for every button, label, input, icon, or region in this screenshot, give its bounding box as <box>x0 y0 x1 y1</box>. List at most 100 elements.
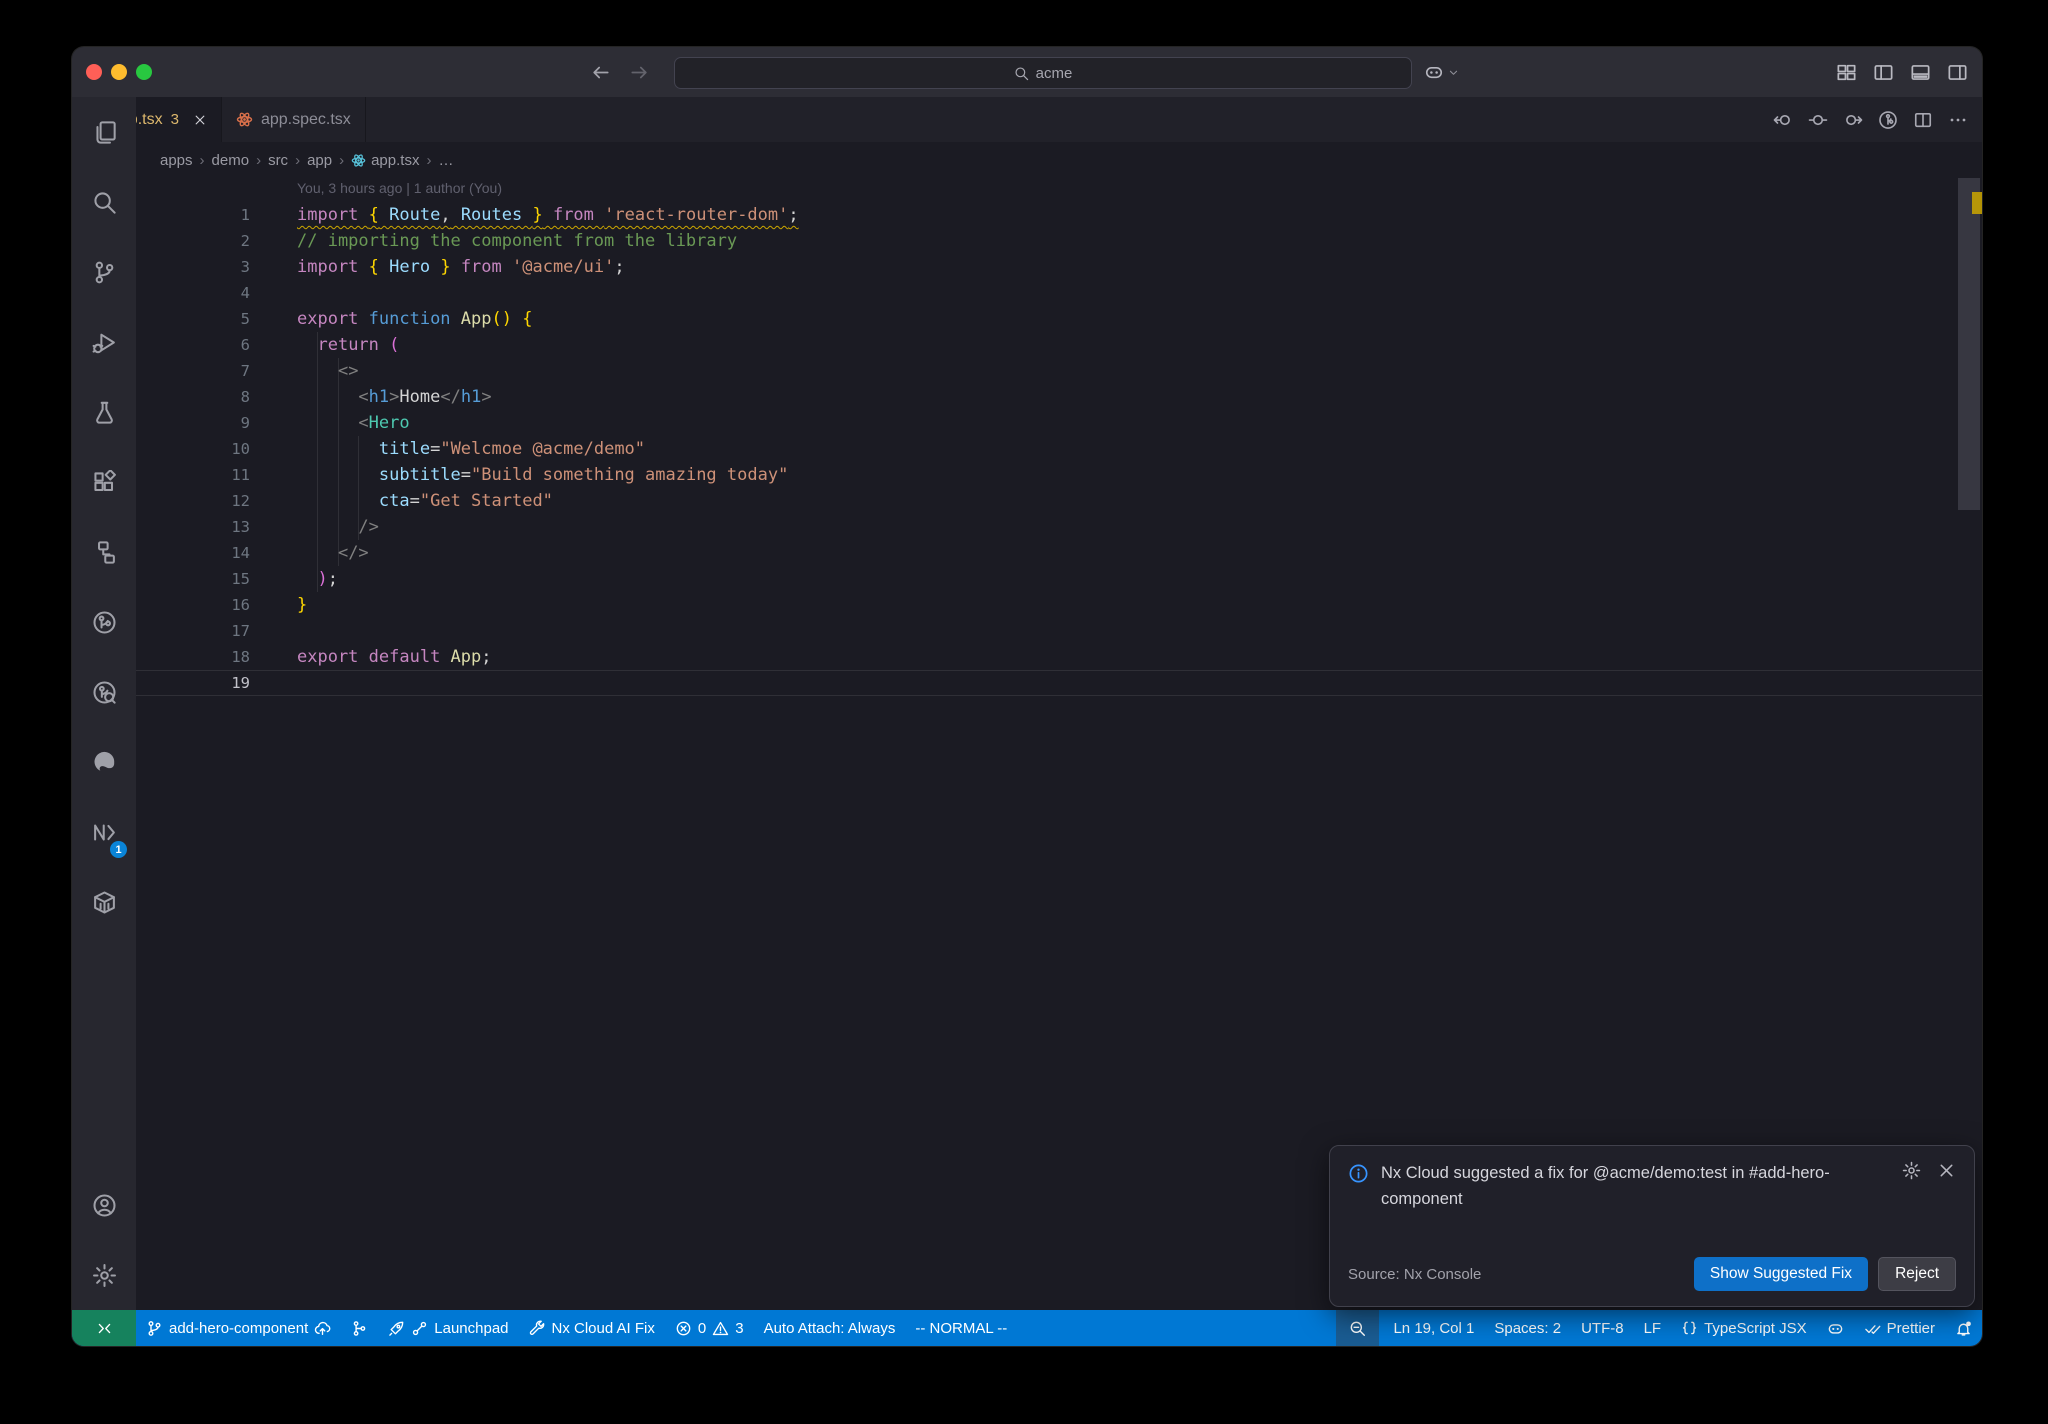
activity-item-containers[interactable] <box>72 867 136 937</box>
statusbar-git-branch[interactable]: add-hero-component <box>136 1310 341 1346</box>
statusbar-text: add-hero-component <box>169 1319 309 1337</box>
activity-item-nx-console[interactable]: 1 <box>72 797 136 867</box>
activity-item-settings[interactable] <box>72 1240 136 1310</box>
activity-item-source-control[interactable] <box>72 237 136 307</box>
statusbar-problems[interactable]: 03 <box>665 1310 754 1346</box>
code-line-12[interactable]: 12 cta="Get Started" <box>136 488 1982 514</box>
line-number: 15 <box>231 570 250 588</box>
statusbar-encoding[interactable]: UTF-8 <box>1571 1310 1634 1346</box>
tab-app-spec-tsx[interactable]: app.spec.tsx <box>222 97 366 142</box>
breadcrumb-item-[interactable]: … <box>438 152 453 169</box>
notification-close-icon[interactable] <box>1937 1161 1956 1180</box>
close-window-button[interactable] <box>86 64 102 80</box>
code-text: cta="Get Started" <box>378 491 553 511</box>
activity-item-run-and-debug[interactable] <box>72 307 136 377</box>
statusbar-text: TypeScript JSX <box>1704 1319 1807 1337</box>
zoom-out-icon <box>1349 1320 1366 1337</box>
show-suggested-fix-button[interactable]: Show Suggested Fix <box>1693 1257 1869 1291</box>
toggle-secondary-sidebar-icon[interactable] <box>1947 62 1968 83</box>
more-actions-icon[interactable] <box>1948 110 1968 130</box>
statusbar-text: Spaces: 2 <box>1494 1319 1562 1337</box>
code-line-8[interactable]: 8 <h1>Home</h1> <box>136 384 1982 410</box>
breadcrumb-item-src[interactable]: src <box>268 152 288 169</box>
code-line-18[interactable]: 18 export default App; <box>136 644 1982 670</box>
indent-guide <box>358 436 359 540</box>
current-location-icon[interactable] <box>1808 110 1828 130</box>
statusbar-language-mode[interactable]: TypeScript JSX <box>1671 1310 1817 1346</box>
statusbar-notifications-bell[interactable] <box>1945 1310 1982 1346</box>
activity-item-accounts[interactable] <box>72 1170 136 1240</box>
error-circle-icon <box>675 1320 692 1337</box>
activity-item-references[interactable] <box>72 517 136 587</box>
statusbar-text: Launchpad <box>434 1319 509 1337</box>
statusbar-eol[interactable]: LF <box>1634 1310 1672 1346</box>
code-line-2[interactable]: 2 // importing the component from the lib… <box>136 228 1982 254</box>
breadcrumb-item-demo[interactable]: demo <box>212 152 250 169</box>
toggle-panel-icon[interactable] <box>1910 62 1931 83</box>
search-value: acme <box>1035 64 1073 82</box>
line-number: 2 <box>240 232 250 250</box>
line-number: 3 <box>240 258 250 276</box>
run-or-debug-icon[interactable] <box>1878 110 1898 130</box>
activity-item-edge-tools[interactable] <box>72 727 136 797</box>
statusbar-indentation[interactable]: Spaces: 2 <box>1484 1310 1571 1346</box>
statusbar-prettier[interactable]: Prettier <box>1854 1310 1945 1346</box>
activity-item-gitlens-inspect[interactable] <box>72 657 136 727</box>
close-tab-icon[interactable] <box>193 113 207 127</box>
code-line-17[interactable]: 17 <box>136 618 1982 644</box>
notification-settings-icon[interactable] <box>1902 1161 1921 1180</box>
code-line-19[interactable]: 19 <box>136 670 1982 696</box>
copilot-menu[interactable] <box>1424 47 1460 97</box>
editor-scrollbar[interactable] <box>1958 178 1980 510</box>
code-line-14[interactable]: 14 </> <box>136 540 1982 566</box>
remote-icon <box>96 1320 113 1337</box>
statusbar-gitlens-launchpad[interactable]: Launchpad <box>378 1310 518 1346</box>
code-line-7[interactable]: 7 <> <box>136 358 1982 384</box>
reject-button[interactable]: Reject <box>1878 1257 1956 1291</box>
statusbar-auto-attach[interactable]: Auto Attach: Always <box>754 1310 906 1346</box>
activity-item-explorer[interactable] <box>72 97 136 167</box>
code-line-6[interactable]: 6 return ( <box>136 332 1982 358</box>
activity-item-pipelines[interactable] <box>72 587 136 657</box>
breadcrumb-item-apptsx[interactable]: app.tsx <box>351 152 419 169</box>
code-line-13[interactable]: 13 /> <box>136 514 1982 540</box>
customize-layout-icon[interactable] <box>1836 62 1857 83</box>
line-number: 7 <box>240 362 250 380</box>
code-line-5[interactable]: 5 export function App() { <box>136 306 1982 332</box>
statusbar-remote-indicator[interactable] <box>72 1310 136 1346</box>
pipelines-icon <box>92 610 117 635</box>
statusbar-cursor-position[interactable]: Ln 19, Col 1 <box>1383 1310 1484 1346</box>
toggle-primary-sidebar-icon[interactable] <box>1873 62 1894 83</box>
code-line-16[interactable]: 16} <box>136 592 1982 618</box>
statusbar-vim-mode[interactable]: -- NORMAL -- <box>905 1310 1017 1346</box>
code-line-9[interactable]: 9 <Hero <box>136 410 1982 436</box>
breadcrumb-item-apps[interactable]: apps <box>160 152 193 169</box>
navigate-back-icon[interactable] <box>590 62 611 83</box>
code-line-11[interactable]: 11 subtitle="Build something amazing tod… <box>136 462 1982 488</box>
activity-bar: 1 <box>72 97 136 1310</box>
code-editor[interactable]: You, 3 hours ago | 1 author (You) 1 impor… <box>136 178 1982 1310</box>
code-line-3[interactable]: 3 import { Hero } from '@acme/ui'; <box>136 254 1982 280</box>
navigate-forward-icon[interactable] <box>629 62 650 83</box>
code-line-4[interactable]: 4 <box>136 280 1982 306</box>
go-back-location-icon[interactable] <box>1773 110 1793 130</box>
zoom-window-button[interactable] <box>136 64 152 80</box>
statusbar-commit-graph[interactable] <box>341 1310 378 1346</box>
statusbar-copilot-status[interactable] <box>1817 1310 1854 1346</box>
statusbar-zoom-indicator[interactable] <box>1336 1310 1380 1346</box>
minimize-window-button[interactable] <box>111 64 127 80</box>
go-forward-location-icon[interactable] <box>1843 110 1863 130</box>
code-text: return ( <box>317 335 400 355</box>
activity-item-search[interactable] <box>72 167 136 237</box>
code-line-15[interactable]: 15 ); <box>136 566 1982 592</box>
activity-item-extensions[interactable] <box>72 447 136 517</box>
check-double-icon <box>1864 1320 1881 1337</box>
command-center-search[interactable]: acme <box>674 57 1412 89</box>
code-line-1[interactable]: 1 import { Route, Routes } from 'react-ro… <box>136 202 1982 228</box>
activity-item-testing[interactable] <box>72 377 136 447</box>
code-line-10[interactable]: 10 title="Welcmoe @acme/demo" <box>136 436 1982 462</box>
indent-guide <box>317 332 318 592</box>
statusbar-nx-cloud-ai-fix[interactable]: Nx Cloud AI Fix <box>519 1310 665 1346</box>
breadcrumb-item-app[interactable]: app <box>307 152 332 169</box>
split-editor-icon[interactable] <box>1913 110 1933 130</box>
